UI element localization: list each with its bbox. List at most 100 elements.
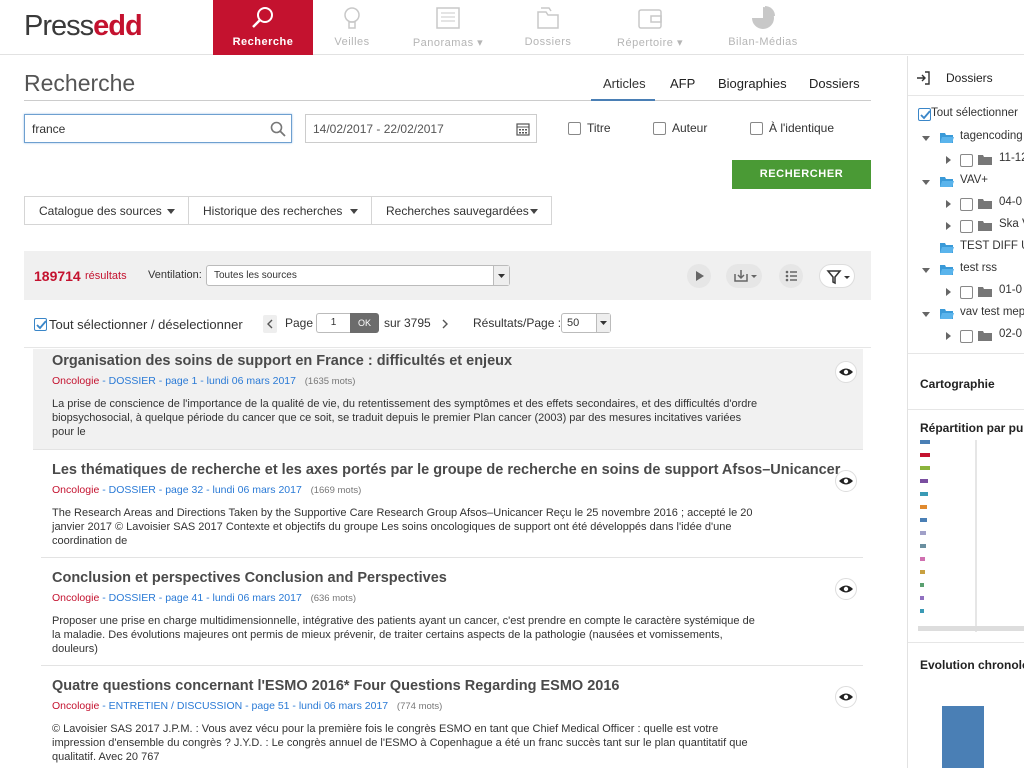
- results-label: résultats: [85, 270, 127, 282]
- calendar-icon[interactable]: [516, 122, 530, 136]
- tree-item-checkbox[interactable]: [960, 220, 973, 233]
- article-item[interactable]: Quatre questions concernant l'ESMO 2016*…: [41, 666, 863, 768]
- chevron-right-icon[interactable]: [439, 317, 451, 331]
- identique-checkbox[interactable]: [750, 122, 763, 135]
- title-divider: [24, 100, 871, 101]
- export-button[interactable]: [726, 264, 762, 288]
- cartographie-heading: Cartographie: [920, 377, 995, 391]
- chevron-left-icon: [267, 319, 273, 329]
- tree-item-label[interactable]: 11-12-: [999, 152, 1024, 164]
- article-meta: Oncologie - DOSSIER - page 41 - lundi 06…: [52, 592, 356, 604]
- panel-divider: [908, 642, 1024, 643]
- page-title: Recherche: [24, 70, 136, 96]
- article-item[interactable]: Conclusion et perspectives Conclusion an…: [41, 558, 863, 666]
- recherches-sauvegardees-dropdown[interactable]: Recherches sauvegardées: [371, 196, 552, 225]
- expand-arrow-icon[interactable]: [922, 310, 930, 318]
- nav-bilan-medias[interactable]: Bilan-Médias: [713, 0, 813, 55]
- select-all-label: Tout sélectionner / déselectionner: [49, 317, 243, 332]
- article-title[interactable]: Organisation des soins de support en Fra…: [52, 353, 512, 369]
- preview-button[interactable]: [835, 578, 857, 600]
- tree-item-label[interactable]: 04-0: [999, 196, 1022, 208]
- folder-open-icon: [940, 133, 954, 143]
- per-page-select[interactable]: 50: [561, 313, 611, 333]
- rechercher-button[interactable]: RECHERCHER: [732, 160, 871, 189]
- preview-button[interactable]: [835, 470, 857, 492]
- tree-item-checkbox[interactable]: [960, 198, 973, 211]
- tree-item-label[interactable]: VAV+: [960, 174, 988, 186]
- nav-recherche[interactable]: Recherche: [213, 0, 313, 55]
- historique-recherches-dropdown[interactable]: Historique des recherches: [188, 196, 372, 225]
- auteur-label: Auteur: [672, 121, 708, 135]
- article-item[interactable]: Les thématiques de recherche et les axes…: [41, 450, 863, 558]
- panel-collapse-icon[interactable]: [916, 71, 930, 85]
- panel-divider: [908, 409, 1024, 410]
- play-button[interactable]: [687, 264, 711, 288]
- catalogue-sources-dropdown[interactable]: Catalogue des sources: [24, 196, 189, 225]
- expand-arrow-icon[interactable]: [922, 134, 930, 142]
- collapsed-arrow-icon[interactable]: [944, 200, 952, 208]
- search-icon[interactable]: [270, 121, 286, 137]
- tree-item-label[interactable]: 02-0: [999, 328, 1022, 340]
- ventilation-select[interactable]: Toutes les sources: [206, 265, 510, 286]
- tree-item-label[interactable]: TEST DIFF U: [960, 240, 1024, 252]
- list-view-button[interactable]: [779, 264, 803, 288]
- nav-dossiers[interactable]: Dossiers: [498, 0, 598, 55]
- tab-articles[interactable]: Articles: [603, 76, 646, 91]
- page-number-input[interactable]: 1: [316, 313, 350, 333]
- tree-item-checkbox[interactable]: [960, 286, 973, 299]
- tab-afp[interactable]: AFP: [670, 76, 695, 91]
- article-item[interactable]: Organisation des soins de support en Fra…: [33, 349, 863, 450]
- preview-button[interactable]: [835, 686, 857, 708]
- prev-page-button[interactable]: [263, 315, 277, 333]
- panel-divider: [908, 353, 1024, 354]
- nav-repertoire[interactable]: Répertoire ▾: [600, 0, 700, 55]
- tree-select-all-checkbox[interactable]: [918, 108, 931, 121]
- folder-open-icon: [940, 265, 954, 275]
- collapsed-arrow-icon[interactable]: [944, 288, 952, 296]
- auteur-checkbox[interactable]: [653, 122, 666, 135]
- folder-icon: [978, 287, 992, 297]
- article-title[interactable]: Conclusion et perspectives Conclusion an…: [52, 570, 447, 586]
- page-ok-button[interactable]: OK: [350, 313, 379, 333]
- date-range-input[interactable]: 14/02/2017 - 22/02/2017: [305, 114, 537, 143]
- filter-icon: [826, 270, 850, 285]
- nav-veilles[interactable]: Veilles: [302, 0, 402, 55]
- tree-item-checkbox[interactable]: [960, 330, 973, 343]
- article-title[interactable]: Les thématiques de recherche et les axes…: [52, 462, 840, 478]
- tree-item-label[interactable]: 01-0: [999, 284, 1022, 296]
- tree-item-checkbox[interactable]: [960, 154, 973, 167]
- folder-icon: [978, 331, 992, 341]
- expand-arrow-icon[interactable]: [922, 178, 930, 186]
- expand-arrow-icon[interactable]: [922, 266, 930, 274]
- page-label: Page :: [285, 316, 320, 330]
- tree-item-label[interactable]: test rss: [960, 262, 997, 274]
- select-arrow-icon: [596, 314, 610, 332]
- article-meta: Oncologie - ENTRETIEN / DISCUSSION - pag…: [52, 700, 443, 712]
- article-snippet: La prise de conscience de l'importance d…: [52, 398, 758, 439]
- article-title[interactable]: Quatre questions concernant l'ESMO 2016*…: [52, 678, 619, 694]
- tree-item-label[interactable]: vav test mep: [960, 306, 1024, 318]
- play-icon: [696, 271, 704, 281]
- tab-biographies[interactable]: Biographies: [718, 76, 787, 91]
- collapsed-arrow-icon[interactable]: [944, 222, 952, 230]
- collapsed-arrow-icon[interactable]: [944, 156, 952, 164]
- preview-button[interactable]: [835, 361, 857, 383]
- tab-dossiers[interactable]: Dossiers: [809, 76, 860, 91]
- panel-title: Dossiers: [946, 71, 993, 85]
- tree-item-label[interactable]: Ska V: [999, 218, 1024, 230]
- lightbulb-icon: [344, 7, 360, 29]
- evolution-chart-bar: [942, 706, 984, 768]
- collapsed-arrow-icon[interactable]: [944, 332, 952, 340]
- results-count: 189714: [34, 268, 81, 284]
- folder-icon: [978, 199, 992, 209]
- titre-checkbox[interactable]: [568, 122, 581, 135]
- filter-button[interactable]: [819, 264, 855, 288]
- results-toolbar: 189714 résultats Ventilation: Toutes les…: [24, 251, 871, 300]
- pressedd-logo[interactable]: Pressedd: [24, 8, 143, 44]
- article-meta: Oncologie - DOSSIER - page 1 - lundi 06 …: [52, 375, 356, 387]
- search-input[interactable]: france: [24, 114, 292, 143]
- nav-panoramas[interactable]: Panoramas ▾: [398, 0, 498, 55]
- select-all-checkbox[interactable]: [34, 318, 47, 331]
- tree-item-label[interactable]: tagencoding: [960, 130, 1023, 142]
- newspaper-icon: [436, 7, 460, 29]
